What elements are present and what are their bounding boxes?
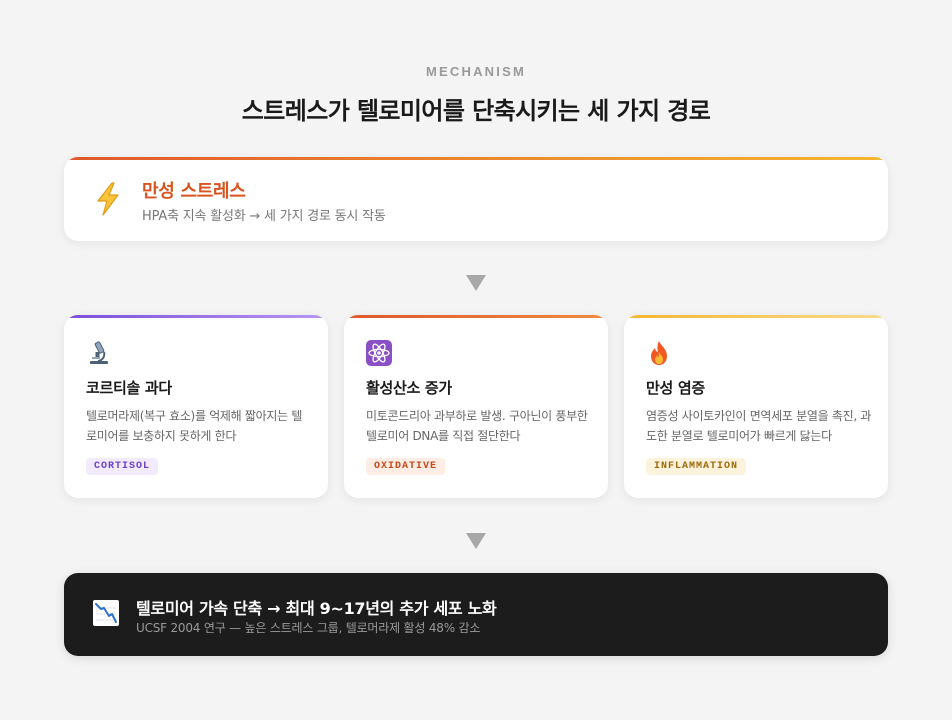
mechanism-description: 미토콘드리아 과부하로 발생. 구아닌이 풍부한 텔로미어 DNA를 직접 절단… bbox=[366, 409, 588, 443]
down-arrow-icon bbox=[466, 275, 486, 291]
card-accent-bar bbox=[64, 157, 888, 160]
stress-subtitle: HPA축 지속 활성화 → 세 가지 경로 동시 작동 bbox=[142, 209, 386, 224]
fire-icon bbox=[651, 341, 667, 365]
mechanism-card-oxidative: 활성산소 증가 미토콘드리아 과부하로 발생. 구아닌이 풍부한 텔로미어 DN… bbox=[344, 315, 608, 498]
result-title: 텔로미어 가속 단축 → 최대 9~17년의 추가 세포 노화 bbox=[136, 599, 497, 618]
chart-decreasing-icon bbox=[93, 600, 119, 626]
mechanism-title: 만성 염증 bbox=[646, 379, 705, 397]
stress-title: 만성 스트레스 bbox=[142, 181, 246, 202]
card-accent-bar bbox=[344, 315, 608, 318]
microscope-icon bbox=[90, 341, 108, 364]
result-subtitle: UCSF 2004 연구 — 높은 스트레스 그룹, 텔로머라제 활성 48% … bbox=[136, 621, 481, 635]
mechanism-card-inflammation: 만성 염증 염증성 사이토카인이 면역세포 분열을 촉진, 과도한 분열로 텔로… bbox=[624, 315, 888, 498]
result-card: 텔로미어 가속 단축 → 최대 9~17년의 추가 세포 노화 UCSF 200… bbox=[64, 573, 888, 656]
mechanism-card-cortisol: 코르티솔 과다 텔로머라제(복구 효소)를 억제해 짧아지는 텔로미어를 보충하… bbox=[64, 315, 328, 498]
card-accent-bar bbox=[624, 315, 888, 318]
stress-source-card: 만성 스트레스 HPA축 지속 활성화 → 세 가지 경로 동시 작동 bbox=[64, 157, 888, 241]
eyebrow-label: MECHANISM bbox=[426, 64, 526, 79]
mechanism-tag: OXIDATIVE bbox=[366, 458, 446, 475]
mechanism-tag: INFLAMMATION bbox=[646, 458, 747, 475]
lightning-icon bbox=[97, 182, 119, 216]
atom-icon bbox=[366, 340, 392, 366]
page-title: 스트레스가 텔로미어를 단축시키는 세 가지 경로 bbox=[241, 97, 711, 125]
mechanism-title: 활성산소 증가 bbox=[366, 379, 452, 397]
mechanism-title: 코르티솔 과다 bbox=[86, 379, 172, 397]
down-arrow-icon bbox=[466, 533, 486, 549]
mechanism-description: 염증성 사이토카인이 면역세포 분열을 촉진, 과도한 분열로 텔로미어가 빠르… bbox=[646, 409, 872, 443]
mechanism-description: 텔로머라제(복구 효소)를 억제해 짧아지는 텔로미어를 보충하지 못하게 한다 bbox=[86, 409, 303, 443]
card-accent-bar bbox=[64, 315, 328, 318]
mechanism-tag: CORTISOL bbox=[86, 458, 159, 475]
